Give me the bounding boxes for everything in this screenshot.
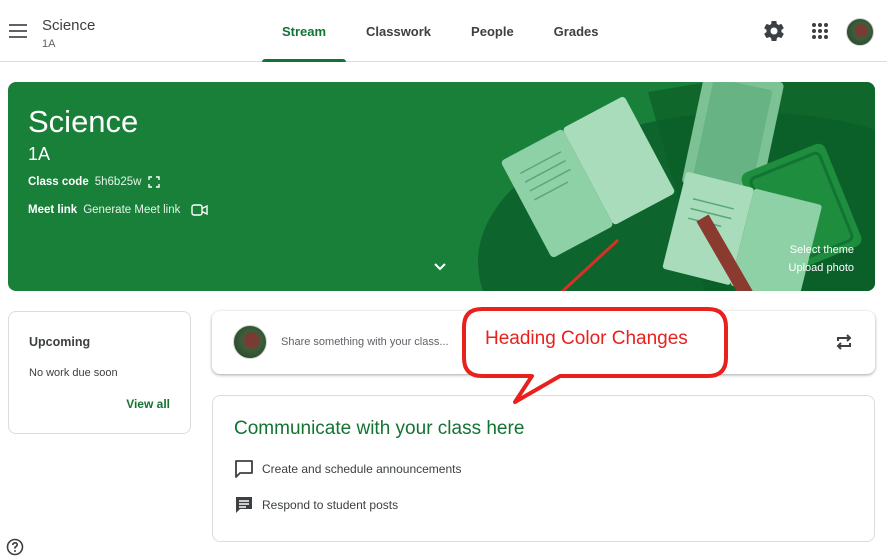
banner-section: 1A xyxy=(28,144,51,164)
gear-icon[interactable] xyxy=(762,19,786,43)
class-title[interactable]: Science xyxy=(42,17,95,34)
fullscreen-icon[interactable] xyxy=(148,176,161,188)
upcoming-title: Upcoming xyxy=(29,335,91,349)
banner-illustration xyxy=(478,82,875,291)
comment-icon xyxy=(236,497,252,513)
repost-icon[interactable] xyxy=(835,332,853,352)
class-code-value: 5h6b25w xyxy=(94,176,142,188)
tab-stream[interactable]: Stream xyxy=(262,0,346,62)
class-section: 1A xyxy=(42,38,56,50)
speech-bubble-callout xyxy=(462,307,728,404)
share-input[interactable]: Share something with your class... xyxy=(281,336,449,348)
communicate-card: Communicate with your class here Create … xyxy=(212,395,875,542)
respond-posts-item: Respond to student posts xyxy=(234,495,398,515)
select-theme-link[interactable]: Select theme xyxy=(790,244,854,256)
avatar[interactable] xyxy=(846,18,874,46)
tab-bar: Stream Classwork People Grades xyxy=(262,0,618,62)
upload-photo-link[interactable]: Upload photo xyxy=(789,262,854,274)
help-icon[interactable] xyxy=(6,538,24,556)
meet-link-label: Meet link xyxy=(28,204,78,216)
upcoming-empty-text: No work due soon xyxy=(29,367,118,379)
tab-classwork[interactable]: Classwork xyxy=(346,0,451,62)
view-all-link[interactable]: View all xyxy=(126,397,170,411)
apps-grid-icon[interactable] xyxy=(808,19,832,43)
class-banner: Science 1A Class code 5h6b25w Meet link … xyxy=(8,82,875,291)
avatar xyxy=(233,325,267,359)
menu-icon[interactable] xyxy=(9,24,27,38)
tab-grades[interactable]: Grades xyxy=(534,0,619,62)
video-camera-icon[interactable] xyxy=(191,204,209,216)
create-announcements-item: Create and schedule announcements xyxy=(234,459,461,479)
announcement-icon xyxy=(235,460,253,478)
banner-title: Science xyxy=(28,104,139,139)
generate-meet-link[interactable]: Generate Meet link xyxy=(83,204,180,216)
create-announcements-label: Create and schedule announcements xyxy=(262,462,462,476)
respond-posts-label: Respond to student posts xyxy=(262,498,399,512)
class-code-row: Class code 5h6b25w xyxy=(28,176,161,188)
top-bar: Science 1A Stream Classwork People Grade… xyxy=(0,0,887,62)
chevron-down-icon[interactable] xyxy=(433,262,447,272)
callout-text: Heading Color Changes xyxy=(485,328,688,349)
upcoming-card: Upcoming No work due soon View all xyxy=(8,311,191,434)
class-code-label: Class code xyxy=(28,176,89,188)
meet-link-row: Meet link Generate Meet link xyxy=(28,204,209,216)
communicate-heading: Communicate with your class here xyxy=(234,418,525,439)
tab-people[interactable]: People xyxy=(451,0,534,62)
